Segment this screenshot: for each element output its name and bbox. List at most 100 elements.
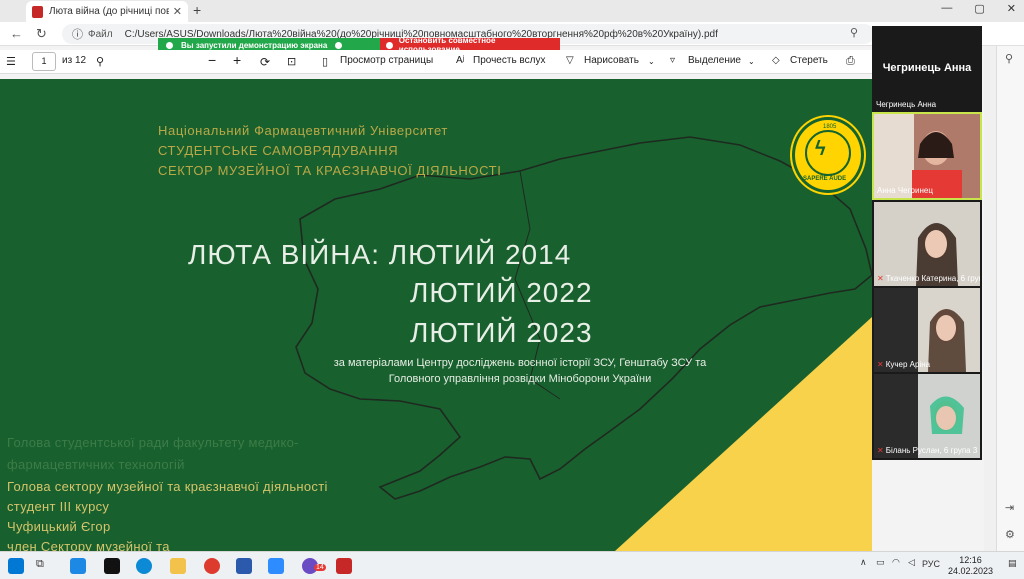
- volume-icon[interactable]: ◁: [908, 557, 915, 568]
- side-panel-toggle-icon[interactable]: ⇥: [1005, 501, 1014, 514]
- zoom-magnifier-icon[interactable]: ⚲: [850, 26, 858, 39]
- author-line-3: Чуфицький Єгор: [7, 519, 111, 534]
- author-line-dim-1: Голова студентської ради факультету меди…: [7, 435, 299, 450]
- participant-tile[interactable]: ✕ Кучер Аріна: [874, 288, 980, 372]
- notifications-icon[interactable]: ▤: [1008, 558, 1017, 569]
- word-icon[interactable]: [236, 558, 252, 574]
- windows-taskbar: ⧉ 14 ∧ ▭ ◠ ◁ РУС 12:16 24.02.2023 ▤: [0, 551, 1024, 579]
- participant-name: Анна Чегринец: [877, 186, 933, 195]
- highlight-button[interactable]: Выделение: [688, 55, 741, 66]
- close-tab-icon[interactable]: ✕: [173, 5, 182, 18]
- back-icon[interactable]: ←: [10, 26, 23, 41]
- author-line-dim-2: фармацевтичних технологій: [7, 457, 185, 472]
- participant-tile[interactable]: Анна Чегринец: [872, 112, 982, 200]
- emblem-motto: SAPERE AUDE: [803, 176, 847, 182]
- mic-muted-icon: ✕: [877, 360, 884, 369]
- start-icon[interactable]: [8, 558, 24, 574]
- zoom-gallery: Чегринець Анна Чегринець Анна Анна Чегри…: [872, 26, 982, 460]
- window-controls: — ▢ ✕: [941, 2, 1016, 15]
- emblem-snake-icon: ϟ: [815, 138, 826, 160]
- minimize-button[interactable]: —: [941, 2, 952, 15]
- title-line-3: ЛЮТИЙ 2023: [410, 317, 593, 348]
- page-view-button[interactable]: Просмотр страницы: [340, 55, 433, 66]
- participant-tile[interactable]: ✕ Ткаченко Катерина, 6 група: [874, 202, 980, 286]
- participant-tile[interactable]: ✕Білань Руслан, 6 група 3 курс: [874, 374, 980, 458]
- pdf-page: Національний Фармацевтичний Університет …: [0, 79, 872, 551]
- read-aloud-button[interactable]: Прочесть вслух: [473, 55, 545, 66]
- participant-name: ✕ Кучер Аріна: [877, 360, 931, 369]
- file-explorer-icon[interactable]: [170, 558, 186, 574]
- system-clock[interactable]: 12:16 24.02.2023: [948, 555, 993, 577]
- refresh-icon[interactable]: ↻: [36, 26, 47, 42]
- participant-name: ✕Білань Руслан, 6 група 3 курс: [877, 446, 980, 455]
- zoom-header: Чегринець Анна Чегринець Анна: [872, 26, 982, 112]
- search-icon[interactable]: ⚲: [96, 55, 104, 68]
- wifi-icon[interactable]: ◠: [892, 557, 900, 568]
- settings-icon[interactable]: ⚙: [1005, 528, 1015, 541]
- network-icon[interactable]: ▭: [876, 557, 885, 568]
- university-emblem: 1805 ϟ SAPERE AUDE: [792, 117, 864, 193]
- zoom-out-icon[interactable]: −: [208, 52, 216, 68]
- highlight-chevron-icon[interactable]: ⌄: [748, 57, 755, 66]
- browser-tab[interactable]: Люта війна (до річниці повном ✕: [26, 1, 188, 22]
- sector-name: СЕКТОР МУЗЕЙНОЇ ТА КРАЄЗНАВЧОЇ ДІЯЛЬНОСТ…: [158, 163, 502, 178]
- media-icon[interactable]: [104, 558, 120, 574]
- contents-icon[interactable]: ☰: [6, 55, 16, 68]
- participant-name: ✕ Ткаченко Катерина, 6 група: [877, 274, 980, 283]
- tray-chevron-icon[interactable]: ∧: [860, 557, 867, 568]
- subtitle: за матеріалами Центру досліджень воєнної…: [333, 357, 707, 385]
- mic-muted-icon: ✕: [877, 446, 884, 455]
- share-status-text: Вы запустили демонстрацию экрана: [181, 40, 328, 50]
- print-icon[interactable]: ⎙: [846, 55, 855, 68]
- info-icon[interactable]: ⓘ: [72, 26, 83, 42]
- close-window-button[interactable]: ✕: [1007, 2, 1016, 15]
- pdf-app-icon[interactable]: [336, 558, 352, 574]
- maximize-button[interactable]: ▢: [974, 2, 984, 15]
- mail-icon[interactable]: [70, 558, 86, 574]
- emblem-ring: [805, 130, 851, 176]
- rotate-icon[interactable]: ⟳: [260, 55, 270, 69]
- draw-chevron-icon[interactable]: ⌄: [648, 57, 655, 66]
- page-number-input[interactable]: 1: [32, 52, 56, 71]
- notification-badge: 14: [314, 564, 326, 571]
- browser-tab-bar: Люта війна (до річниці повном ✕ + — ▢ ✕: [0, 0, 1024, 22]
- search-icon[interactable]: ⚲: [1005, 52, 1013, 65]
- pdf-toolbar: ☰ 1 из 12 ⚲ − + ⟳ ⊡ ▯ Просмотр страницы …: [0, 50, 872, 74]
- title-line-1: ЛЮТА ВІЙНА: ЛЮТИЙ 2014: [188, 239, 572, 270]
- draw-button[interactable]: Нарисовать: [584, 55, 639, 66]
- clock-date: 24.02.2023: [948, 566, 994, 576]
- url-scheme: Файл: [88, 28, 113, 40]
- yellow-triangle: [615, 317, 872, 551]
- shield-icon: [335, 41, 343, 49]
- zoom-in-icon[interactable]: +: [233, 52, 241, 68]
- browser-side-panel: ⚲ ⇥ ⚙: [996, 46, 1024, 551]
- author-line-4: член Сектору музейної та: [7, 539, 170, 551]
- pdf-icon: [32, 5, 43, 18]
- author-line-2: студент ІІІ курсу: [7, 499, 110, 514]
- author-line-1: Голова сектору музейної та краєзнавчої д…: [7, 479, 328, 494]
- chrome-icon[interactable]: [204, 558, 220, 574]
- stop-icon: [386, 41, 393, 49]
- task-view-icon[interactable]: ⧉: [36, 558, 44, 571]
- share-pin-icon: [166, 41, 173, 49]
- language-indicator[interactable]: РУС: [922, 559, 940, 569]
- page-view-icon: ▯: [322, 56, 329, 68]
- new-tab-button[interactable]: +: [193, 2, 201, 18]
- edge-icon[interactable]: [136, 558, 152, 574]
- title-line-2: ЛЮТИЙ 2022: [410, 277, 593, 308]
- page-total: из 12: [62, 55, 87, 66]
- fit-page-icon[interactable]: ⊡: [287, 55, 296, 68]
- tab-title: Люта війна (до річниці повном: [49, 6, 169, 17]
- highlight-icon: ▿: [670, 55, 676, 66]
- erase-button[interactable]: Стереть: [790, 55, 828, 66]
- clock-time: 12:16: [959, 555, 982, 565]
- pdf-scrollbar[interactable]: [984, 46, 996, 551]
- read-aloud-icon: Aʲ: [456, 55, 465, 66]
- self-view-label: Чегринець Анна: [876, 100, 937, 109]
- eraser-icon: ◇: [772, 55, 780, 66]
- student-government: СТУДЕНТСЬКЕ САМОВРЯДУВАННЯ: [158, 143, 399, 158]
- zoom-app-icon[interactable]: [268, 558, 284, 574]
- draw-icon: ▽: [566, 55, 574, 66]
- mic-muted-icon: ✕: [877, 274, 884, 283]
- host-name: Чегринець Анна: [882, 62, 972, 74]
